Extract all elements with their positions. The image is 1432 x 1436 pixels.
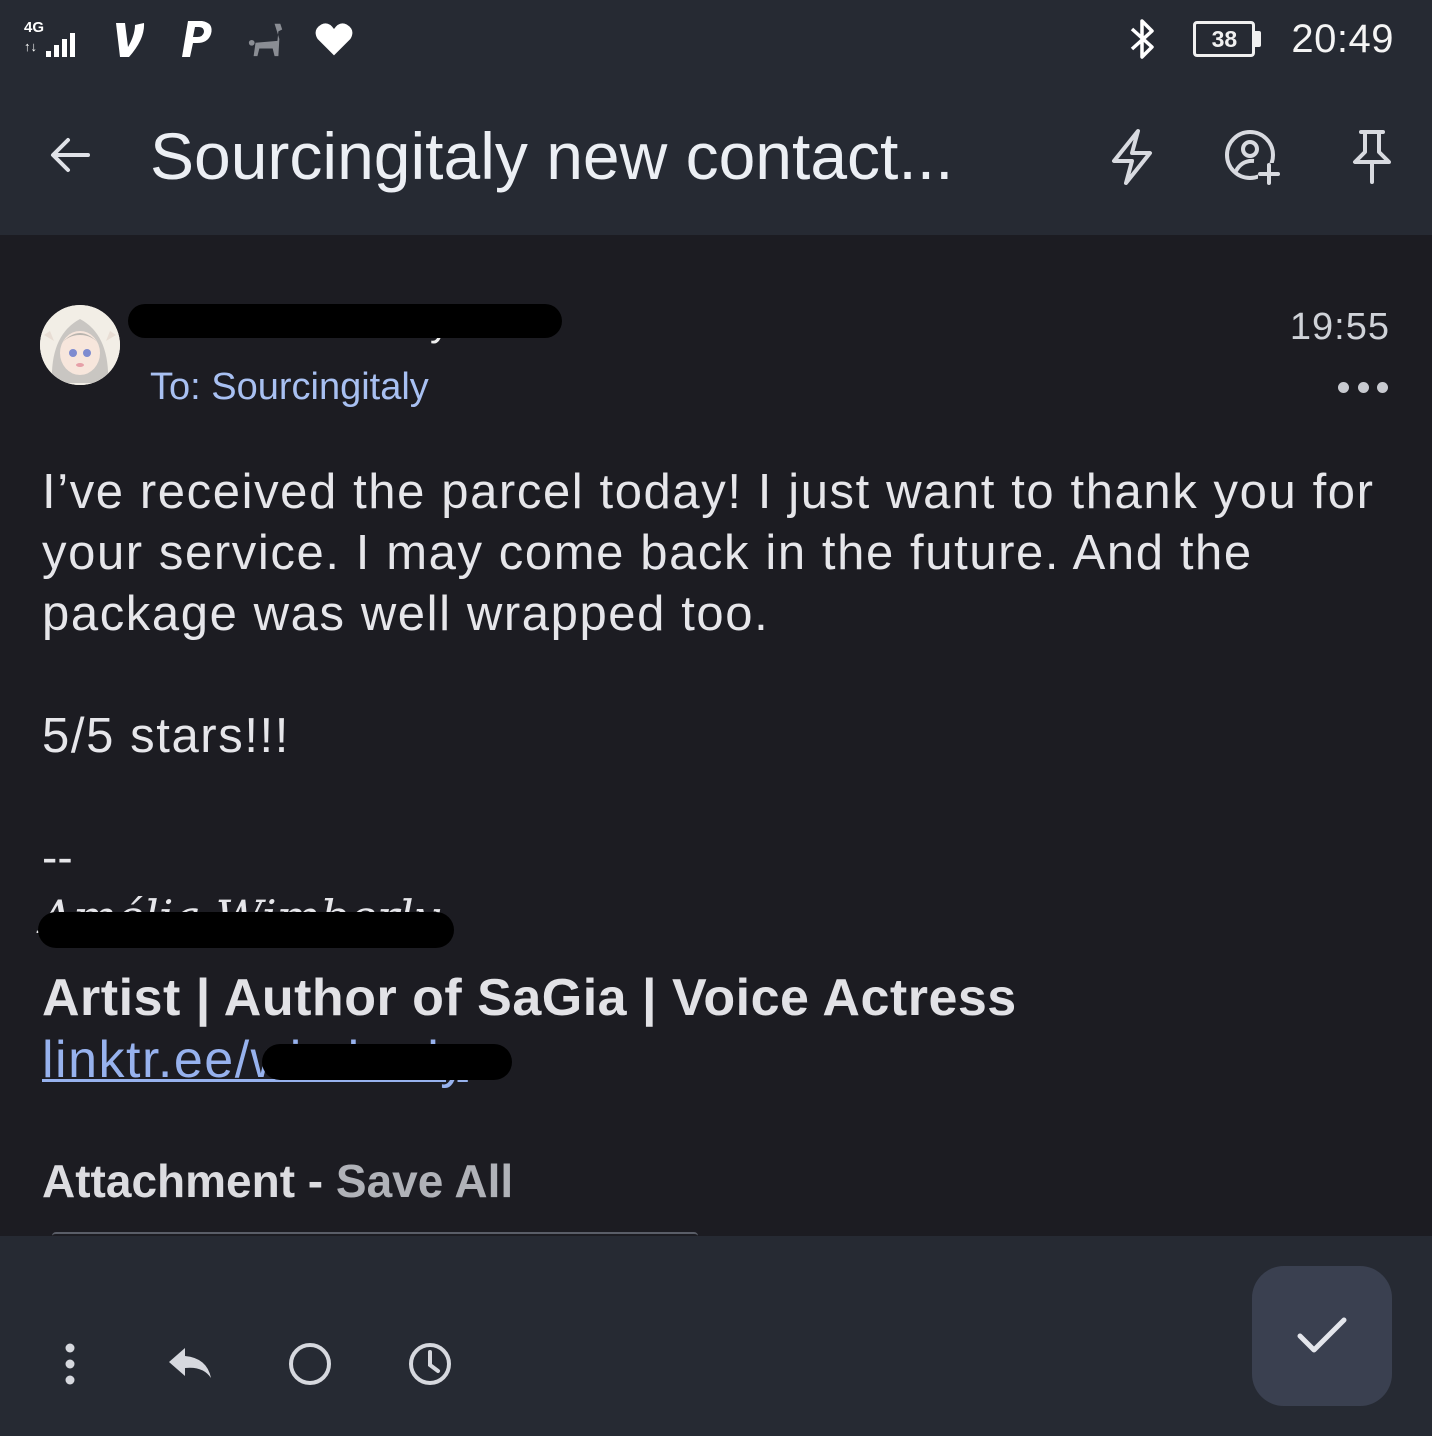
message-time: 19:55 <box>1289 306 1390 348</box>
message-body: I’ve received the parcel today! I just w… <box>42 465 1375 641</box>
attachment-separator: - <box>295 1155 336 1207</box>
venmo-icon <box>110 17 150 61</box>
redaction-bar <box>128 304 562 338</box>
signal-bars-icon <box>46 33 75 57</box>
save-all-button[interactable]: Save All <box>336 1155 513 1207</box>
avatar-illustration-icon <box>40 305 120 385</box>
pin-button[interactable] <box>1340 125 1404 189</box>
add-contact-icon <box>1225 130 1280 185</box>
circle-icon <box>289 1343 331 1385</box>
dot-icon <box>1377 381 1388 393</box>
network-type: 4G <box>24 19 45 36</box>
redaction-bar <box>262 1044 512 1080</box>
rating-text: 5/5 stars!!! <box>42 709 290 763</box>
more-vert-icon <box>65 1343 75 1385</box>
battery-level: 38 <box>1211 26 1238 52</box>
message-more-button[interactable] <box>1338 372 1388 402</box>
reply-icon <box>169 1348 211 1378</box>
battery-icon: 38 <box>1193 21 1262 57</box>
status-clock: 20:49 <box>1291 16 1394 61</box>
llama-icon <box>246 17 286 61</box>
mark-button[interactable] <box>278 1332 342 1396</box>
more-options-button[interactable] <box>38 1332 102 1396</box>
pin-icon <box>1353 130 1391 184</box>
snooze-button[interactable] <box>398 1332 462 1396</box>
reply-button[interactable] <box>158 1332 222 1396</box>
back-arrow-icon <box>51 138 90 172</box>
lightning-icon <box>1112 129 1152 185</box>
dot-icon <box>1357 381 1369 393</box>
done-button[interactable] <box>1252 1266 1392 1406</box>
sender-avatar[interactable] <box>40 305 120 385</box>
check-icon <box>1297 1317 1347 1353</box>
status-right-icons: 38 20:49 <box>1123 14 1394 64</box>
quick-action-button[interactable] <box>1100 125 1164 189</box>
clock-icon <box>409 1343 451 1385</box>
redaction-bar <box>38 912 454 948</box>
app-bar: Sourcingitaly new contact... <box>0 80 1432 235</box>
email-subject: Sourcingitaly new contact... <box>150 119 954 193</box>
paypal-icon <box>178 17 218 61</box>
bottom-action-bar <box>0 1236 1432 1436</box>
status-left-icons: 4G ↑↓ <box>22 14 354 64</box>
attachment-header: Attachment - Save All <box>42 1154 513 1208</box>
status-bar: 4G ↑↓ 38 20:49 <box>0 0 1432 80</box>
bluetooth-icon <box>1123 17 1163 61</box>
recipient-line[interactable]: To: Sourcingitaly <box>150 366 429 409</box>
signature-separator: -- <box>42 831 73 883</box>
signal-icon: 4G ↑↓ <box>22 17 82 61</box>
data-arrows: ↑↓ <box>24 39 37 54</box>
dot-icon <box>1338 381 1349 393</box>
attachment-label: Attachment <box>42 1155 296 1207</box>
heart-icon <box>314 17 354 61</box>
back-button[interactable] <box>40 125 100 185</box>
signature-title: Artist | Author of SaGia | Voice Actress <box>42 969 1017 1027</box>
add-contact-button[interactable] <box>1220 125 1284 189</box>
